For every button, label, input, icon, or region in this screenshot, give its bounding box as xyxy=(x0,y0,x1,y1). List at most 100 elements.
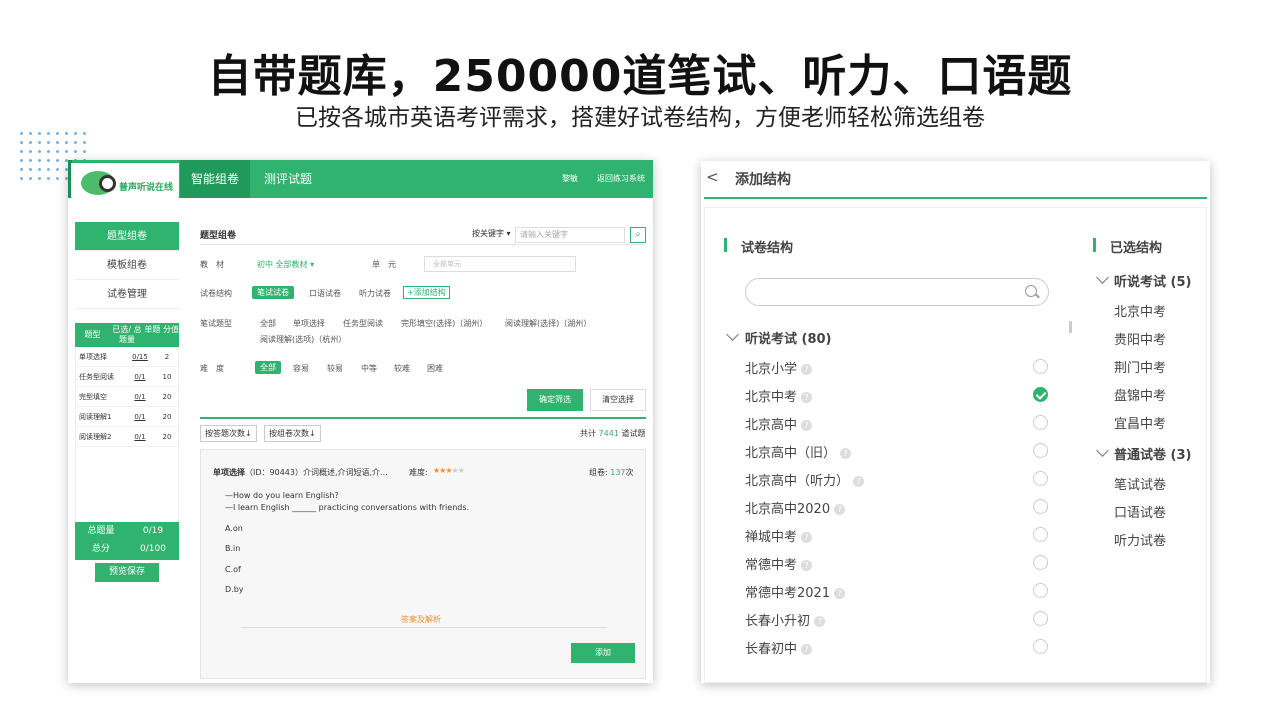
back-icon[interactable]: < xyxy=(706,168,719,186)
preview-save-button[interactable]: 预览保存 xyxy=(95,563,159,582)
selected-item[interactable]: 宜昌中考 xyxy=(1114,413,1166,432)
sort-by-answer-button[interactable]: 按答题次数↓ xyxy=(200,425,257,442)
difficulty-fairly-easy[interactable]: 较易 xyxy=(327,363,343,374)
difficulty-all[interactable]: 全部 xyxy=(255,361,281,374)
search-icon[interactable] xyxy=(1025,285,1037,297)
confirm-filter-button[interactable]: 确定筛选 xyxy=(527,389,583,411)
tab-test-items[interactable]: 测评试题 xyxy=(264,160,312,198)
help-icon[interactable]: ? xyxy=(801,532,813,543)
section-marker xyxy=(1093,238,1096,252)
radio-circle-icon[interactable] xyxy=(1033,583,1048,598)
list-item-label: 北京高中（听力）? xyxy=(745,470,865,489)
structure-written[interactable]: 笔试试卷 xyxy=(252,286,294,299)
type-task-reading[interactable]: 任务型阅读 xyxy=(343,318,383,329)
selected-item[interactable]: 荆门中考 xyxy=(1114,357,1166,376)
help-icon[interactable]: ? xyxy=(814,616,826,627)
list-item[interactable]: 北京高中（旧）? xyxy=(745,440,1049,464)
help-icon[interactable]: ? xyxy=(801,420,813,431)
cell-selected[interactable]: 0/1 xyxy=(125,367,155,386)
selected-item[interactable]: 笔试试卷 xyxy=(1114,474,1166,493)
add-question-button[interactable]: 添加 xyxy=(571,643,635,663)
selected-item[interactable]: 盘锦中考 xyxy=(1114,385,1166,404)
help-icon[interactable]: ? xyxy=(840,448,852,459)
selected-item[interactable]: 贵阳中考 xyxy=(1114,329,1166,348)
add-structure-button[interactable]: +添加结构 xyxy=(403,286,450,299)
question-header: 单项选择（ID：90443）介词概述,介词短语,介... xyxy=(213,467,388,478)
selected-group-listening[interactable]: 听说考试 (5) xyxy=(1114,271,1191,290)
decorative-dot xyxy=(38,150,41,153)
cell-selected[interactable]: 0/15 xyxy=(125,347,155,366)
divider xyxy=(200,244,646,245)
list-item[interactable]: 禅城中考? xyxy=(745,524,1049,548)
structure-listening[interactable]: 听力试卷 xyxy=(359,288,391,299)
cell-selected[interactable]: 0/1 xyxy=(125,427,155,446)
cell-selected[interactable]: 0/1 xyxy=(125,387,155,406)
list-item[interactable]: 北京高中2020? xyxy=(745,496,1049,520)
clear-selection-button[interactable]: 清空选择 xyxy=(590,389,646,411)
keyword-type-select[interactable]: 按关键字 ▾ xyxy=(472,228,511,239)
list-item[interactable]: 长春小升初? xyxy=(745,608,1049,632)
radio-circle-icon[interactable] xyxy=(1033,611,1048,626)
tab-smart-compose[interactable]: 智能组卷 xyxy=(180,160,250,198)
sort-by-compose-button[interactable]: 按组卷次数↓ xyxy=(264,425,321,442)
radio-circle-icon[interactable] xyxy=(1033,359,1048,374)
textbook-select[interactable]: 初中 全部教材 ▾ xyxy=(257,259,314,270)
back-to-practice-link[interactable]: 返回练习系统 xyxy=(597,160,645,198)
selected-item[interactable]: 北京中考 xyxy=(1114,301,1166,320)
list-item[interactable]: 北京中考? xyxy=(745,384,1049,408)
radio-circle-icon[interactable] xyxy=(1033,499,1048,514)
radio-circle-icon[interactable] xyxy=(1033,555,1048,570)
radio-circle-icon[interactable] xyxy=(1033,639,1048,654)
selected-group-general[interactable]: 普通试卷 (3) xyxy=(1114,444,1191,463)
help-icon[interactable]: ? xyxy=(801,364,813,375)
keyword-input[interactable]: 请输入关键字 xyxy=(515,227,625,243)
group-listening-speaking[interactable]: 听说考试 (80) xyxy=(745,328,832,347)
difficulty-medium[interactable]: 中等 xyxy=(361,363,377,374)
cell-selected[interactable]: 0/1 xyxy=(125,407,155,426)
type-single-choice[interactable]: 单项选择 xyxy=(293,318,325,329)
difficulty-very-hard[interactable]: 困难 xyxy=(427,363,443,374)
help-icon[interactable]: ? xyxy=(834,588,846,599)
user-name[interactable]: 黎敏 xyxy=(562,160,578,198)
radio-circle-icon[interactable] xyxy=(1033,415,1048,430)
list-item[interactable]: 北京高中? xyxy=(745,412,1049,436)
help-icon[interactable]: ? xyxy=(834,504,846,515)
difficulty-hard[interactable]: 较难 xyxy=(394,363,410,374)
cell-score: 10 xyxy=(162,373,172,381)
result-count: 共计 7441 道试题 xyxy=(580,428,645,439)
list-item[interactable]: 长春初中? xyxy=(745,636,1049,660)
radio-circle-icon[interactable] xyxy=(1033,471,1048,486)
type-all[interactable]: 全部 xyxy=(260,318,276,329)
scrollbar[interactable] xyxy=(1069,321,1072,333)
answer-analysis-link[interactable]: 答案及解析 xyxy=(401,614,441,625)
unit-select[interactable]: 全部单元 xyxy=(424,256,576,272)
list-item[interactable]: 北京高中（听力）? xyxy=(745,468,1049,492)
list-item[interactable]: 常德中考? xyxy=(745,552,1049,576)
sidebar-item-template-compose[interactable]: 模板组卷 xyxy=(75,251,179,280)
sidebar-item-paper-manage[interactable]: 试卷管理 xyxy=(75,280,179,309)
decorative-dot xyxy=(38,141,41,144)
difficulty-easy[interactable]: 容易 xyxy=(293,363,309,374)
decorative-dot xyxy=(29,159,32,162)
help-icon[interactable]: ? xyxy=(853,476,865,487)
list-item[interactable]: 北京小学? xyxy=(745,356,1049,380)
radio-circle-icon[interactable] xyxy=(1033,443,1048,458)
search-button[interactable]: ⌕ xyxy=(630,227,646,243)
help-icon[interactable]: ? xyxy=(801,392,813,403)
list-item[interactable]: 常德中考2021? xyxy=(745,580,1049,604)
help-icon[interactable]: ? xyxy=(801,644,813,655)
structure-search-input[interactable] xyxy=(745,278,1049,306)
check-circle-icon[interactable] xyxy=(1033,387,1048,402)
unit-label: 单 元 xyxy=(372,260,396,269)
type-cloze[interactable]: 完形填空(选择)（湖州） xyxy=(401,318,487,329)
selected-item[interactable]: 听力试卷 xyxy=(1114,530,1166,549)
logo: 普声听说在线 xyxy=(71,163,179,211)
type-reading-huzhou[interactable]: 阅读理解(选择)（湖州） xyxy=(505,318,591,329)
type-reading-hangzhou[interactable]: 阅读理解(选项)（杭州） xyxy=(260,334,346,345)
radio-circle-icon[interactable] xyxy=(1033,527,1048,542)
selected-item[interactable]: 口语试卷 xyxy=(1114,502,1166,521)
structure-oral[interactable]: 口语试卷 xyxy=(309,288,341,299)
help-icon[interactable]: ? xyxy=(801,560,813,571)
list-item-text: 北京高中（旧） xyxy=(745,446,837,461)
sidebar-item-type-compose[interactable]: 题型组卷 xyxy=(75,222,179,251)
